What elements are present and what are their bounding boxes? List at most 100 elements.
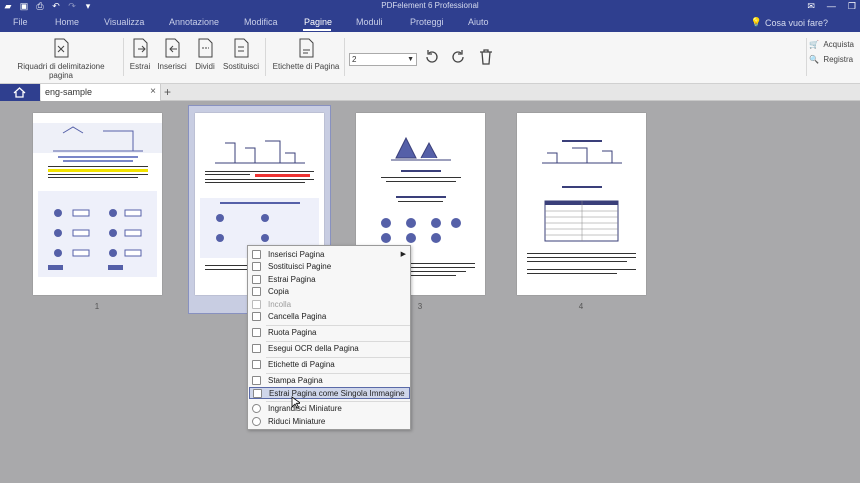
crop-page-icon	[54, 38, 69, 58]
trash-icon	[252, 312, 261, 321]
insert-page-icon	[252, 250, 261, 259]
menu-item-riduci-miniature[interactable]: Riduci Miniature	[249, 416, 410, 428]
minimize-icon[interactable]: —	[827, 1, 836, 12]
menu-item-ingrandisci-miniature[interactable]: Ingrandisci Miniature	[249, 403, 410, 415]
page-number-1: 1	[94, 302, 100, 311]
menu-item-estrai-pagina[interactable]: Estrai Pagina	[249, 274, 410, 286]
rotate-left-icon[interactable]	[423, 48, 441, 66]
menu-aiuto[interactable]: Aiuto	[468, 17, 489, 27]
paste-icon	[252, 300, 261, 309]
home-tab[interactable]	[0, 84, 40, 101]
extract-icon	[133, 38, 148, 58]
estrai-button[interactable]: Estrai	[127, 38, 153, 71]
menu-item-copia[interactable]: Copia	[249, 286, 410, 298]
ribbon-separator	[806, 38, 807, 76]
sostituisci-label: Sostituisci	[222, 62, 259, 71]
split-icon	[198, 38, 213, 58]
menu-pagine[interactable]: Pagine	[304, 17, 332, 27]
menu-item-sostituisci-pagine[interactable]: Sostituisci Pagine	[249, 261, 410, 273]
ribbon-separator	[344, 38, 345, 76]
ribbon-separator	[265, 38, 266, 76]
menu-annotazione[interactable]: Annotazione	[169, 17, 219, 27]
tell-me-search[interactable]: 💡 Cosa vuoi fare?	[751, 17, 828, 28]
document-tab-bar: eng-sample × +	[0, 84, 860, 101]
mail-icon[interactable]: ✉	[807, 1, 815, 12]
ribbon-separator	[123, 38, 124, 76]
sostituisci-button[interactable]: Sostituisci	[221, 38, 261, 71]
active-tab-indicator	[303, 29, 331, 31]
estrai-label: Estrai	[129, 62, 151, 71]
ocr-icon	[252, 344, 261, 353]
tell-me-label: Cosa vuoi fare?	[764, 17, 828, 28]
menu-separator	[266, 341, 410, 342]
menu-home[interactable]: Home	[55, 17, 79, 27]
page-4-preview	[527, 140, 636, 274]
menu-bar: File Home Visualizza Annotazione Modific…	[0, 14, 860, 32]
menu-separator	[266, 373, 410, 374]
title-bar: ▰ ▣ ⎙ ↶ ↷ ▾ PDFelement 6 Professional ✉ …	[0, 0, 860, 14]
cart-icon: 🛒	[809, 40, 820, 49]
zoom-out-icon	[252, 417, 261, 426]
page-number-3: 3	[417, 302, 423, 311]
page-label-icon	[252, 360, 261, 369]
new-tab-icon[interactable]: +	[164, 85, 171, 99]
replace-icon	[234, 38, 249, 58]
insert-page-icon	[165, 38, 180, 58]
ribbon: Riquadri di delimitazione pagina Estrai …	[0, 32, 860, 84]
inserisci-label: Inserisci	[157, 62, 187, 71]
menu-item-ruota-pagina[interactable]: Ruota Pagina	[249, 327, 410, 339]
riquadri-label: Riquadri di delimitazione pagina	[17, 62, 105, 80]
page-thumbnail-4[interactable]	[517, 113, 646, 295]
page-thumbnail-1[interactable]	[33, 113, 162, 295]
delete-page-icon[interactable]	[478, 48, 494, 66]
chevron-down-icon: ▼	[407, 56, 414, 63]
print-icon	[252, 376, 261, 385]
menu-file[interactable]: File	[13, 17, 28, 27]
acquista-button[interactable]: 🛒 Acquista	[809, 40, 854, 49]
menu-item-cancella-pagina[interactable]: Cancella Pagina	[249, 311, 410, 323]
zoom-in-icon	[252, 404, 261, 413]
acquista-label: Acquista	[823, 40, 854, 49]
extract-icon	[252, 275, 261, 284]
menu-separator	[266, 357, 410, 358]
etichette-label: Etichette di Pagina	[272, 62, 340, 71]
menu-item-estrai-immagine[interactable]: Estrai Pagina come Singola Immagine	[249, 387, 410, 399]
registra-button[interactable]: 🔍 Registra	[809, 55, 854, 64]
menu-item-stampa-pagina[interactable]: Stampa Pagina	[249, 375, 410, 387]
lightbulb-icon: 💡	[750, 17, 762, 27]
page-number-select[interactable]: 2 ▼	[349, 53, 417, 66]
home-icon	[13, 87, 26, 98]
chevron-right-icon: ▶	[400, 251, 406, 258]
page-select-value: 2	[352, 55, 357, 64]
document-tab[interactable]: eng-sample ×	[41, 84, 161, 101]
key-icon: 🔍	[809, 55, 820, 64]
page-1-preview	[33, 123, 162, 277]
menu-separator	[266, 325, 410, 326]
copy-icon	[252, 287, 261, 296]
menu-item-inserisci-pagina[interactable]: Inserisci Pagina ▶	[249, 249, 410, 261]
dividi-label: Dividi	[195, 62, 215, 71]
etichette-button[interactable]: Etichette di Pagina	[272, 38, 340, 71]
menu-visualizza[interactable]: Visualizza	[104, 17, 144, 27]
close-tab-icon[interactable]: ×	[150, 86, 156, 97]
menu-moduli[interactable]: Moduli	[356, 17, 383, 27]
menu-separator	[266, 401, 410, 402]
page-context-menu: Inserisci Pagina ▶ Sostituisci Pagine Es…	[247, 245, 411, 430]
replace-icon	[252, 262, 261, 271]
menu-modifica[interactable]: Modifica	[244, 17, 278, 27]
window-title: PDFelement 6 Professional	[381, 1, 479, 10]
menu-item-esegui-ocr[interactable]: Esegui OCR della Pagina	[249, 343, 410, 355]
document-tab-name: eng-sample	[45, 87, 93, 97]
menu-item-incolla: Incolla	[249, 299, 410, 311]
rotate-right-icon[interactable]	[449, 48, 467, 66]
inserisci-button[interactable]: Inserisci	[157, 38, 187, 71]
dividi-button[interactable]: Dividi	[193, 38, 217, 71]
menu-item-etichette-pagina[interactable]: Etichette di Pagina	[249, 359, 410, 371]
page-label-icon	[299, 38, 314, 58]
rotate-icon	[252, 328, 261, 337]
riquadri-button[interactable]: Riquadri di delimitazione pagina	[6, 38, 116, 80]
registra-label: Registra	[823, 55, 854, 64]
maximize-icon[interactable]: ❐	[848, 1, 856, 12]
menu-proteggi[interactable]: Proteggi	[410, 17, 444, 27]
page-number-4: 4	[578, 302, 584, 311]
